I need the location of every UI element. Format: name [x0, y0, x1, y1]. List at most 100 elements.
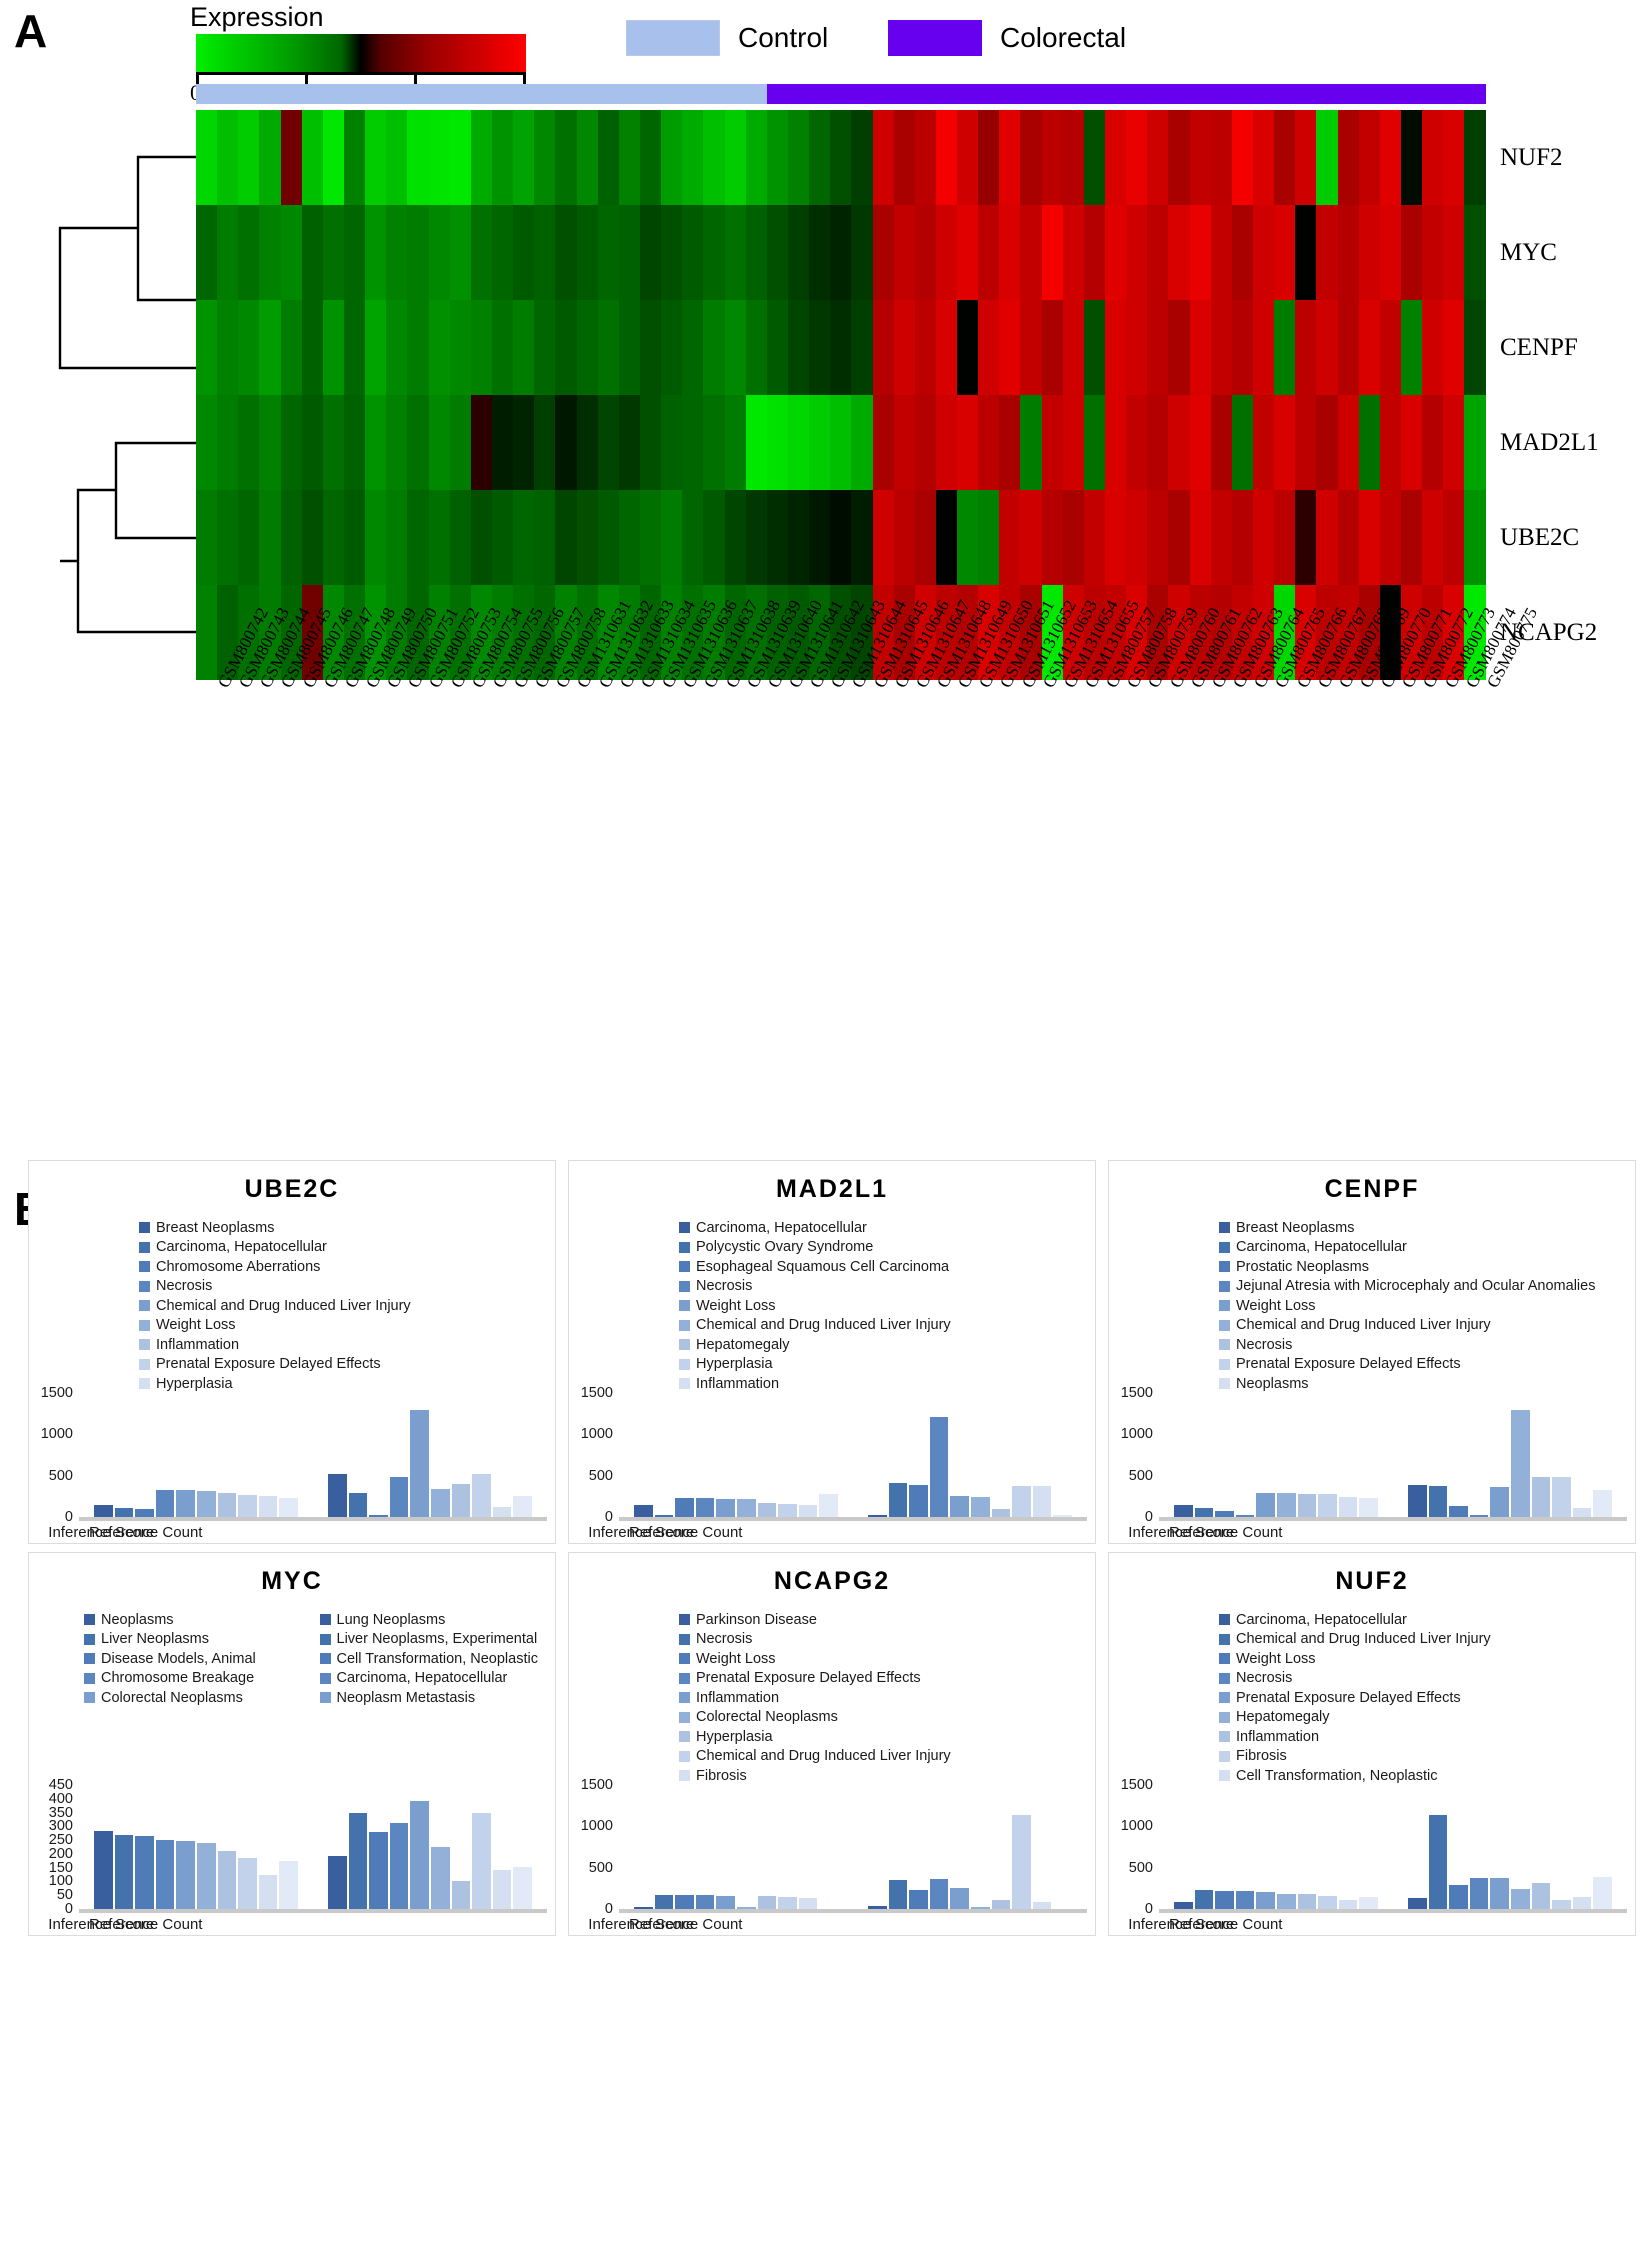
bar[interactable] [971, 1497, 990, 1517]
bar[interactable] [94, 1831, 113, 1909]
bar[interactable] [492, 1870, 512, 1909]
bar[interactable] [1408, 1484, 1427, 1517]
bar[interactable] [778, 1897, 797, 1909]
legend-item[interactable]: Necrosis [679, 1630, 1095, 1650]
legend-item[interactable]: Polycystic Ovary Syndrome [679, 1238, 1095, 1258]
bar[interactable] [695, 1895, 715, 1909]
legend-item[interactable]: Weight Loss [1219, 1649, 1635, 1669]
bar[interactable] [451, 1881, 471, 1909]
legend-item[interactable]: Chromosome Aberrations [139, 1257, 555, 1277]
legend-item[interactable]: Fibrosis [1219, 1747, 1635, 1767]
bar[interactable] [1572, 1507, 1592, 1517]
bar[interactable] [1297, 1493, 1317, 1517]
legend-item[interactable]: Chemical and Drug Induced Liver Injury [1219, 1316, 1635, 1336]
legend-item[interactable]: Prenatal Exposure Delayed Effects [679, 1669, 1095, 1689]
bar[interactable] [798, 1897, 818, 1909]
bar[interactable] [114, 1507, 134, 1517]
legend-item[interactable]: Weight Loss [679, 1649, 1095, 1669]
legend-item[interactable]: Disease Models, Animal [84, 1649, 320, 1669]
bar[interactable] [819, 1494, 838, 1517]
bar[interactable] [279, 1498, 298, 1517]
legend-item[interactable]: Prostatic Neoplasms [1219, 1257, 1635, 1277]
legend-item[interactable]: Necrosis [1219, 1669, 1635, 1689]
legend-item[interactable]: Necrosis [679, 1277, 1095, 1297]
bar[interactable] [1012, 1486, 1031, 1517]
bar[interactable] [1408, 1898, 1427, 1909]
bar[interactable] [431, 1846, 450, 1909]
bar[interactable] [1428, 1814, 1448, 1909]
bar[interactable] [929, 1416, 949, 1517]
legend-item[interactable]: Lung Neoplasms [319, 1610, 556, 1630]
bar[interactable] [1449, 1885, 1468, 1909]
bar[interactable] [1359, 1498, 1378, 1517]
legend-item[interactable]: Carcinoma, Hepatocellular [679, 1218, 1095, 1238]
legend-item[interactable]: Liver Neoplasms, Experimental [319, 1630, 556, 1650]
bar[interactable] [1032, 1485, 1052, 1517]
bar[interactable] [328, 1474, 347, 1517]
legend-item[interactable]: Carcinoma, Hepatocellular [319, 1669, 556, 1689]
bar[interactable] [909, 1484, 928, 1517]
legend-item[interactable]: Hyperplasia [139, 1374, 555, 1394]
legend-item[interactable]: Parkinson Disease [679, 1610, 1095, 1630]
bar[interactable] [369, 1831, 388, 1909]
bar[interactable] [472, 1813, 491, 1909]
legend-item[interactable]: Cell Transformation, Neoplastic [1219, 1766, 1635, 1786]
legend-item[interactable]: Prenatal Exposure Delayed Effects [139, 1355, 555, 1375]
bar[interactable] [238, 1495, 257, 1517]
bar[interactable] [1318, 1494, 1337, 1517]
bar[interactable] [950, 1888, 969, 1909]
bar[interactable] [757, 1502, 777, 1517]
bar[interactable] [888, 1483, 908, 1517]
bar[interactable] [155, 1839, 175, 1909]
legend-item[interactable]: Esophageal Squamous Cell Carcinoma [679, 1257, 1095, 1277]
bar[interactable] [492, 1506, 512, 1517]
bar[interactable] [410, 1801, 429, 1909]
bar[interactable] [348, 1812, 368, 1909]
bar[interactable] [176, 1490, 195, 1517]
bar[interactable] [654, 1894, 674, 1909]
legend-item[interactable]: Chemical and Drug Induced Liver Injury [1219, 1630, 1635, 1650]
bar[interactable] [1511, 1888, 1530, 1909]
bar[interactable] [155, 1489, 175, 1517]
bar[interactable] [950, 1495, 969, 1517]
bar[interactable] [1552, 1476, 1571, 1517]
bar[interactable] [1449, 1505, 1468, 1517]
legend-item[interactable]: Chromosome Breakage [84, 1669, 320, 1689]
legend-item[interactable]: Fibrosis [679, 1766, 1095, 1786]
bar[interactable] [1338, 1496, 1358, 1517]
bar[interactable] [1194, 1507, 1214, 1517]
bar[interactable] [675, 1894, 694, 1909]
bar[interactable] [1552, 1899, 1571, 1909]
legend-item[interactable]: Weight Loss [139, 1316, 555, 1336]
bar[interactable] [1012, 1814, 1031, 1909]
bar[interactable] [1235, 1890, 1255, 1909]
bar[interactable] [1490, 1486, 1509, 1517]
bar[interactable] [1490, 1877, 1509, 1909]
bar[interactable] [778, 1504, 797, 1517]
bar[interactable] [716, 1498, 735, 1517]
bar[interactable] [1531, 1883, 1551, 1909]
bar[interactable] [1174, 1505, 1193, 1517]
legend-item[interactable]: Necrosis [139, 1277, 555, 1297]
bar[interactable] [197, 1490, 216, 1517]
legend-item[interactable]: Breast Neoplasms [1219, 1218, 1635, 1238]
bar[interactable] [1531, 1477, 1551, 1517]
legend-item[interactable]: Inflammation [1219, 1727, 1635, 1747]
legend-item[interactable]: Carcinoma, Hepatocellular [139, 1238, 555, 1258]
legend-item[interactable]: Carcinoma, Hepatocellular [1219, 1238, 1635, 1258]
legend-item[interactable]: Chemical and Drug Induced Liver Injury [679, 1747, 1095, 1767]
legend-item[interactable]: Weight Loss [679, 1296, 1095, 1316]
legend-item[interactable]: Hyperplasia [679, 1355, 1095, 1375]
bar[interactable] [1359, 1897, 1378, 1909]
legend-item[interactable]: Neoplasms [1219, 1374, 1635, 1394]
bar[interactable] [991, 1900, 1011, 1909]
legend-item[interactable]: Breast Neoplasms [139, 1218, 555, 1238]
bar[interactable] [991, 1508, 1011, 1517]
bar[interactable] [348, 1492, 368, 1517]
bar[interactable] [929, 1879, 949, 1909]
bar[interactable] [1256, 1493, 1275, 1517]
bar[interactable] [716, 1895, 735, 1909]
legend-item[interactable]: Carcinoma, Hepatocellular [1219, 1610, 1635, 1630]
legend-item[interactable]: Hyperplasia [679, 1727, 1095, 1747]
bar[interactable] [451, 1483, 471, 1517]
